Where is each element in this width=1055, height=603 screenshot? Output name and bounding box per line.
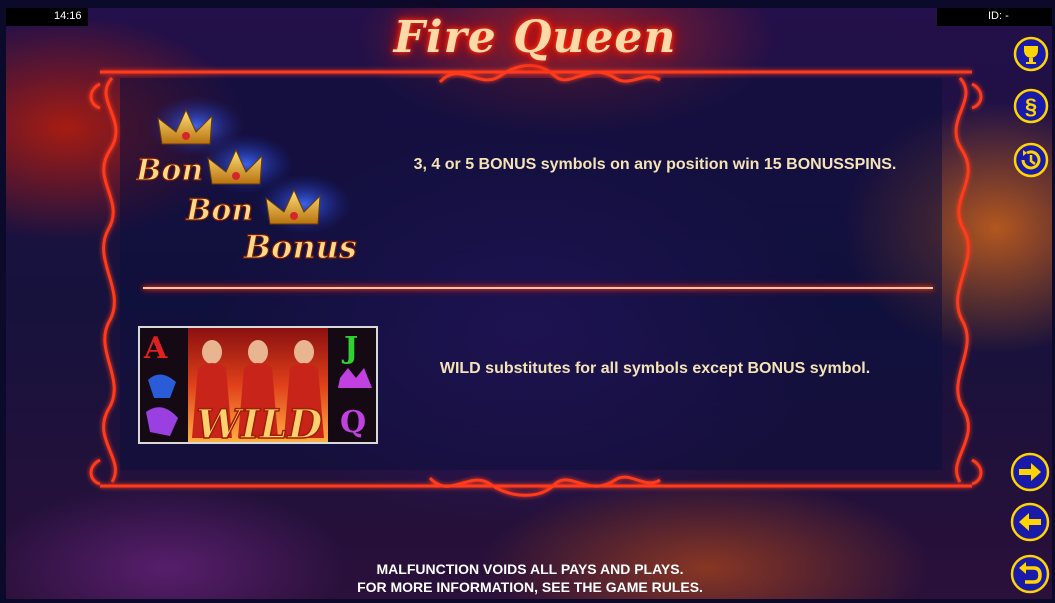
arrow-left-icon[interactable] — [1010, 502, 1050, 542]
horse-symbol — [146, 407, 178, 436]
disclaimer-line-2: FOR MORE INFORMATION, SEE THE GAME RULES… — [357, 579, 703, 595]
bonus-word-1: Bon — [136, 153, 203, 188]
bonus-word-3: Bonus — [243, 228, 357, 266]
wild-word: WILD — [196, 401, 323, 442]
card-q-symbol: Q — [340, 405, 366, 440]
bonus-word-2: Bon — [185, 193, 253, 228]
bonus-symbol: Bon Bon Bonus — [136, 96, 358, 267]
bonus-rule-text: 3, 4 or 5 BONUS symbols on any position … — [413, 156, 897, 173]
raven-symbol — [148, 374, 176, 398]
return-icon[interactable] — [1010, 554, 1050, 594]
card-a-symbol: A — [143, 331, 168, 366]
game-title: Fire Queen — [393, 12, 677, 63]
disclaimer: MALFUNCTION VOIDS ALL PAYS AND PLAYS. FO… — [300, 560, 760, 596]
trophy-icon[interactable] — [1013, 36, 1049, 72]
paragraph-icon[interactable]: § — [1013, 88, 1049, 124]
svg-text:§: § — [1025, 94, 1037, 119]
castle-symbol — [338, 368, 372, 388]
wild-rule-text: WILD substitutes for all symbols except … — [439, 360, 871, 377]
history-icon[interactable] — [1013, 142, 1049, 178]
disclaimer-line-1: MALFUNCTION VOIDS ALL PAYS AND PLAYS. — [376, 561, 684, 577]
ornate-frame — [89, 64, 983, 497]
section-divider — [143, 287, 933, 289]
card-j-symbol: J — [341, 331, 358, 366]
wild-symbol: A J Q WILD — [138, 326, 378, 449]
arrow-right-icon[interactable] — [1010, 452, 1050, 492]
